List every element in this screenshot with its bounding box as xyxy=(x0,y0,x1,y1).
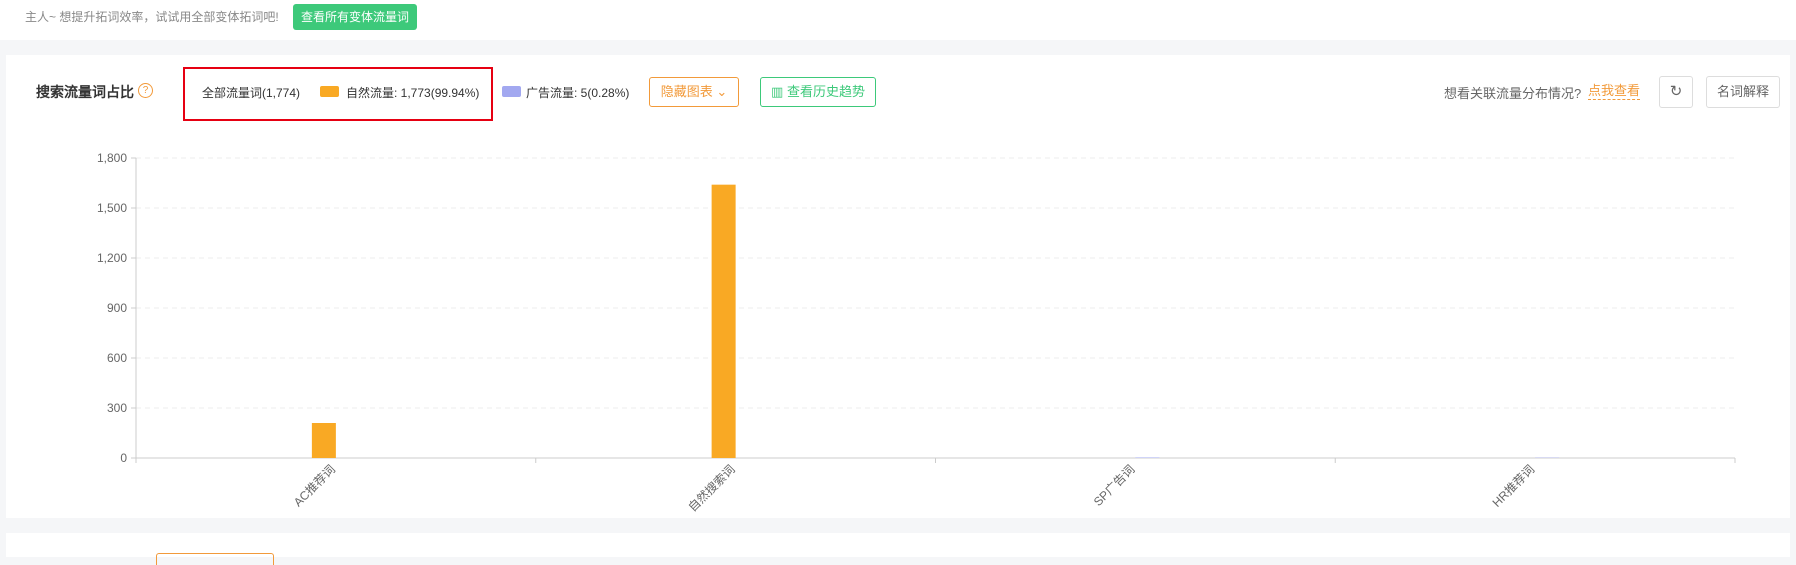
tip-text: 主人~ 想提升拓词效率，试试用全部变体拓词吧! xyxy=(25,9,279,25)
y-tick-label: 1,500 xyxy=(97,201,127,215)
x-category-label: HR推荐词 xyxy=(1490,462,1538,510)
y-tick-label: 600 xyxy=(107,351,127,365)
bar-natural[interactable] xyxy=(712,185,736,458)
y-tick-label: 0 xyxy=(120,451,127,465)
chart-grid xyxy=(136,158,1735,408)
next-panel-button[interactable] xyxy=(156,553,274,565)
search-traffic-panel: 搜索流量词占比 ? 全部流量词(1,774) 自然流量: 1,773(99.94… xyxy=(6,55,1790,518)
x-category-label: AC推荐词 xyxy=(291,462,338,509)
y-tick-label: 1,800 xyxy=(97,151,127,165)
chart-bars[interactable] xyxy=(312,185,1559,458)
chart-labels: 0 300 600 900 1,200 1,500 1,800 AC推荐词 自然搜索词 SP广告词… xyxy=(97,151,1537,515)
view-all-variant-keywords-button[interactable]: 查看所有变体流量词 xyxy=(293,4,417,30)
x-category-label: SP广告词 xyxy=(1091,462,1138,509)
y-tick-label: 900 xyxy=(107,301,127,315)
tip-bar: 主人~ 想提升拓词效率，试试用全部变体拓词吧! 查看所有变体流量词 xyxy=(0,0,1796,40)
y-tick-label: 1,200 xyxy=(97,251,127,265)
bar-ad[interactable] xyxy=(1135,458,1159,459)
chart-axes xyxy=(131,158,1735,463)
x-category-label: 自然搜索词 xyxy=(685,462,738,515)
next-panel-strip xyxy=(6,533,1790,557)
traffic-bar-chart: 0 300 600 900 1,200 1,500 1,800 AC推荐词 自然搜索词 SP广告词… xyxy=(6,55,1790,518)
y-tick-label: 300 xyxy=(107,401,127,415)
bar-natural[interactable] xyxy=(312,423,336,458)
